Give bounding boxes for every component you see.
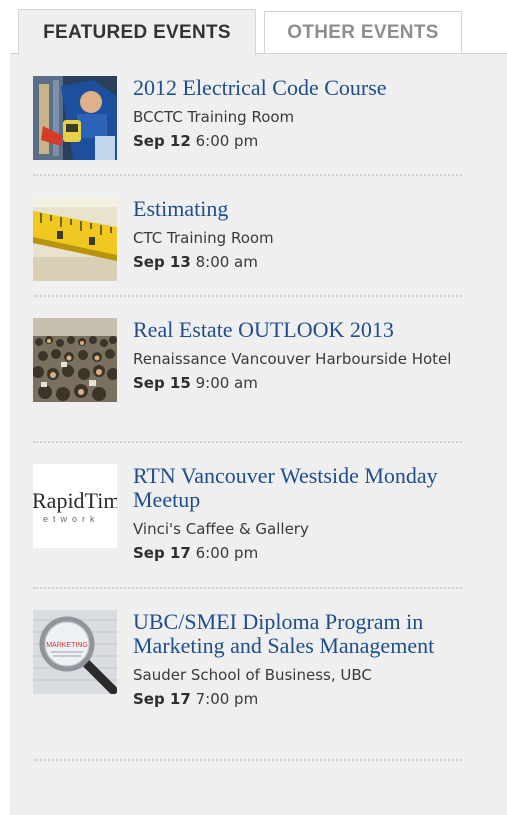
event-date: Sep 13 bbox=[133, 253, 191, 271]
event-datetime: Sep 12 6:00 pm bbox=[133, 130, 463, 153]
event-time: 7:00 pm bbox=[195, 690, 259, 708]
event-title-link[interactable]: UBC/SMEI Diploma Program in Marketing an… bbox=[133, 610, 463, 658]
event-date: Sep 12 bbox=[133, 132, 191, 150]
event-datetime: Sep 17 6:00 pm bbox=[133, 542, 463, 565]
event-title-link[interactable]: RTN Vancouver Westside Monday Meetup bbox=[133, 464, 463, 512]
event-tabs: FEATURED EVENTS OTHER EVENTS bbox=[0, 0, 507, 55]
event-date: Sep 17 bbox=[133, 544, 191, 562]
electrician-photo[interactable] bbox=[33, 76, 117, 160]
event-datetime: Sep 15 9:00 am bbox=[133, 372, 463, 395]
logo-subtext: etwork bbox=[43, 514, 100, 524]
event-date: Sep 15 bbox=[133, 374, 191, 392]
rapidtimes-logo[interactable]: RapidTime etwork bbox=[33, 464, 117, 548]
logo-wordmark: RapidTime bbox=[33, 488, 117, 513]
event-divider bbox=[33, 295, 462, 297]
tab-other-events[interactable]: OTHER EVENTS bbox=[264, 11, 462, 53]
crowd-photo[interactable] bbox=[33, 318, 117, 402]
event-divider bbox=[33, 174, 462, 176]
event-venue: Renaissance Vancouver Harbourside Hotel bbox=[133, 350, 452, 368]
event-venue: BCCTC Training Room bbox=[133, 108, 295, 126]
event-time: 6:00 pm bbox=[195, 544, 259, 562]
event-divider bbox=[33, 759, 462, 761]
event-venue: Vinci's Caffee & Gallery bbox=[133, 520, 309, 538]
event-time: 8:00 am bbox=[195, 253, 258, 271]
events-widget: FEATURED EVENTS OTHER EVENTS 2012 Electr… bbox=[0, 0, 507, 815]
measuring-tape-photo[interactable] bbox=[33, 197, 117, 281]
event-date: Sep 17 bbox=[133, 690, 191, 708]
event-divider bbox=[33, 441, 462, 443]
lens-text: MARKETING bbox=[46, 642, 88, 649]
event-datetime: Sep 17 7:00 pm bbox=[133, 688, 463, 711]
tab-featured-events[interactable]: FEATURED EVENTS bbox=[18, 9, 256, 55]
event-time: 9:00 am bbox=[195, 374, 258, 392]
event-title-link[interactable]: Real Estate OUTLOOK 2013 bbox=[133, 318, 463, 342]
magnifier-marketing-photo[interactable]: MARKETING bbox=[33, 610, 117, 694]
event-venue: CTC Training Room bbox=[133, 229, 274, 247]
event-title-link[interactable]: 2012 Electrical Code Course bbox=[133, 76, 463, 100]
event-datetime: Sep 13 8:00 am bbox=[133, 251, 463, 274]
event-venue: Sauder School of Business, UBC bbox=[133, 666, 372, 684]
event-divider bbox=[33, 587, 462, 589]
event-time: 6:00 pm bbox=[195, 132, 259, 150]
event-title-link[interactable]: Estimating bbox=[133, 197, 463, 221]
